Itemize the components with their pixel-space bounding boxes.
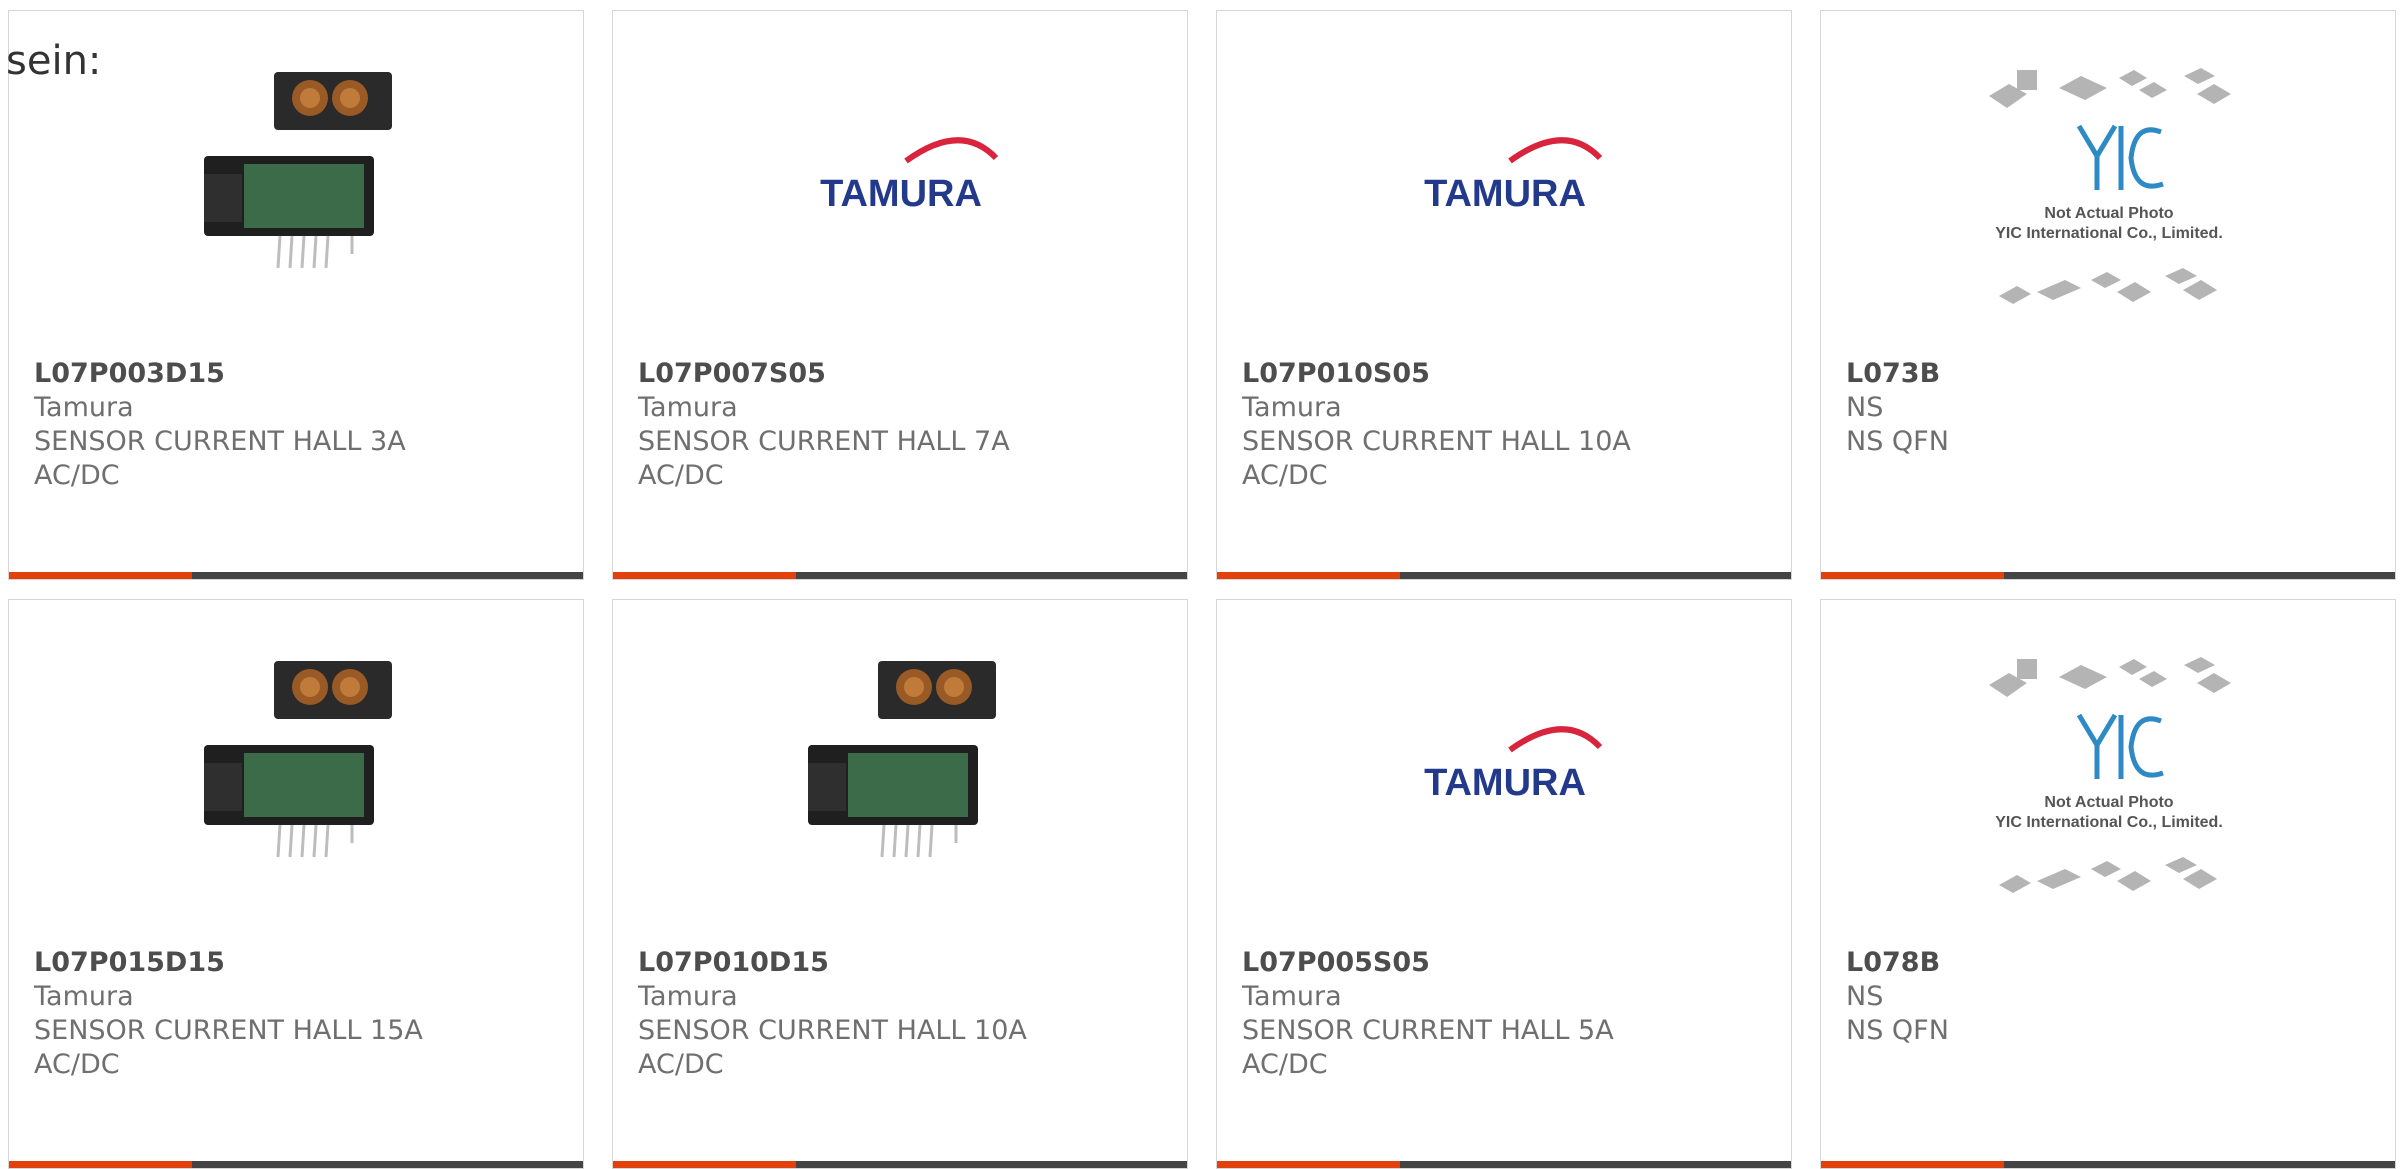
brand: Tamura bbox=[34, 392, 134, 423]
part-number[interactable]: L078B bbox=[1846, 946, 2375, 980]
product-image[interactable] bbox=[9, 655, 583, 945]
description: SENSOR CURRENT HALL 10A bbox=[1242, 426, 1631, 457]
part-number[interactable]: L07P010D15 bbox=[638, 946, 1167, 980]
description: SENSOR CURRENT HALL 10A bbox=[638, 1015, 1027, 1046]
product-image[interactable]: TAMURA bbox=[613, 66, 1187, 356]
card-accent-bar bbox=[1821, 572, 2004, 579]
product-image[interactable]: TAMURA bbox=[1217, 655, 1791, 945]
product-card[interactable]: TAMURA L07P010S05 Tamura SENSOR CURRENT … bbox=[1216, 10, 1792, 580]
placeholder-company: YIC International Co., Limited. bbox=[1995, 814, 2223, 831]
brand: Tamura bbox=[638, 392, 738, 423]
part-number[interactable]: L07P007S05 bbox=[638, 357, 1167, 391]
product-image[interactable] bbox=[613, 655, 1187, 945]
card-bottom-bar bbox=[9, 572, 583, 579]
brand: NS bbox=[1846, 981, 1884, 1012]
part-number[interactable]: L07P003D15 bbox=[34, 357, 563, 391]
product-card[interactable]: TAMURA L07P007S05 Tamura SENSOR CURRENT … bbox=[612, 10, 1188, 580]
current-sensor-photo-icon bbox=[808, 661, 996, 858]
part-number[interactable]: L07P010S05 bbox=[1242, 357, 1771, 391]
description: SENSOR CURRENT HALL 3A bbox=[34, 426, 406, 457]
tamura-logo-text: TAMURA bbox=[1424, 762, 1586, 804]
header-fragment: sein: bbox=[6, 38, 102, 84]
current-sensor-photo-icon bbox=[204, 72, 392, 269]
tamura-logo-icon: TAMURA bbox=[1424, 726, 1603, 804]
description-detail: AC/DC bbox=[1242, 460, 1328, 491]
card-bottom-bar bbox=[1821, 572, 2395, 579]
brand: Tamura bbox=[1242, 981, 1342, 1012]
product-card[interactable]: L07P010D15 Tamura SENSOR CURRENT HALL 10… bbox=[612, 599, 1188, 1169]
product-image[interactable] bbox=[9, 66, 583, 356]
placeholder-company: YIC International Co., Limited. bbox=[1995, 225, 2223, 242]
product-card[interactable]: TAMURA L07P005S05 Tamura SENSOR CURRENT … bbox=[1216, 599, 1792, 1169]
tamura-logo-text: TAMURA bbox=[820, 173, 982, 215]
tamura-logo-icon: TAMURA bbox=[820, 137, 999, 215]
product-image[interactable]: Not Actual Photo YIC International Co., … bbox=[1821, 655, 2395, 945]
card-bottom-bar bbox=[613, 572, 1187, 579]
card-bottom-bar bbox=[1217, 572, 1791, 579]
product-image[interactable]: Not Actual Photo YIC International Co., … bbox=[1821, 66, 2395, 356]
description: SENSOR CURRENT HALL 15A bbox=[34, 1015, 423, 1046]
placeholder-caption: Not Actual Photo bbox=[2044, 205, 2173, 222]
part-number[interactable]: L07P015D15 bbox=[34, 946, 563, 980]
product-card[interactable]: L07P015D15 Tamura SENSOR CURRENT HALL 15… bbox=[8, 599, 584, 1169]
product-card[interactable]: L07P003D15 Tamura SENSOR CURRENT HALL 3A… bbox=[8, 10, 584, 580]
card-accent-bar bbox=[1217, 572, 1400, 579]
product-card[interactable]: Not Actual Photo YIC International Co., … bbox=[1820, 10, 2396, 580]
description-detail: AC/DC bbox=[1242, 1049, 1328, 1080]
card-accent-bar bbox=[613, 572, 796, 579]
brand: Tamura bbox=[638, 981, 738, 1012]
current-sensor-photo-icon bbox=[204, 661, 392, 858]
tamura-logo-text: TAMURA bbox=[1424, 173, 1586, 215]
description-detail: AC/DC bbox=[638, 460, 724, 491]
not-actual-photo-placeholder-icon: Not Actual Photo YIC International Co., … bbox=[1989, 657, 2231, 893]
brand: Tamura bbox=[34, 981, 134, 1012]
brand: NS bbox=[1846, 392, 1884, 423]
tamura-logo-icon: TAMURA bbox=[1424, 137, 1603, 215]
description: SENSOR CURRENT HALL 7A bbox=[638, 426, 1010, 457]
description-detail: AC/DC bbox=[34, 1049, 120, 1080]
description: NS QFN bbox=[1846, 426, 1949, 457]
placeholder-caption: Not Actual Photo bbox=[2044, 794, 2173, 811]
description-detail: AC/DC bbox=[34, 460, 120, 491]
product-card[interactable]: Not Actual Photo YIC International Co., … bbox=[1820, 599, 2396, 1169]
description: SENSOR CURRENT HALL 5A bbox=[1242, 1015, 1614, 1046]
description-detail: AC/DC bbox=[638, 1049, 724, 1080]
product-image[interactable]: TAMURA bbox=[1217, 66, 1791, 356]
part-number[interactable]: L07P005S05 bbox=[1242, 946, 1771, 980]
card-accent-bar bbox=[9, 572, 192, 579]
description: NS QFN bbox=[1846, 1015, 1949, 1046]
product-grid: L07P003D15 Tamura SENSOR CURRENT HALL 3A… bbox=[0, 0, 2400, 1169]
part-number[interactable]: L073B bbox=[1846, 357, 2375, 391]
brand: Tamura bbox=[1242, 392, 1342, 423]
not-actual-photo-placeholder-icon: Not Actual Photo YIC International Co., … bbox=[1989, 68, 2231, 304]
